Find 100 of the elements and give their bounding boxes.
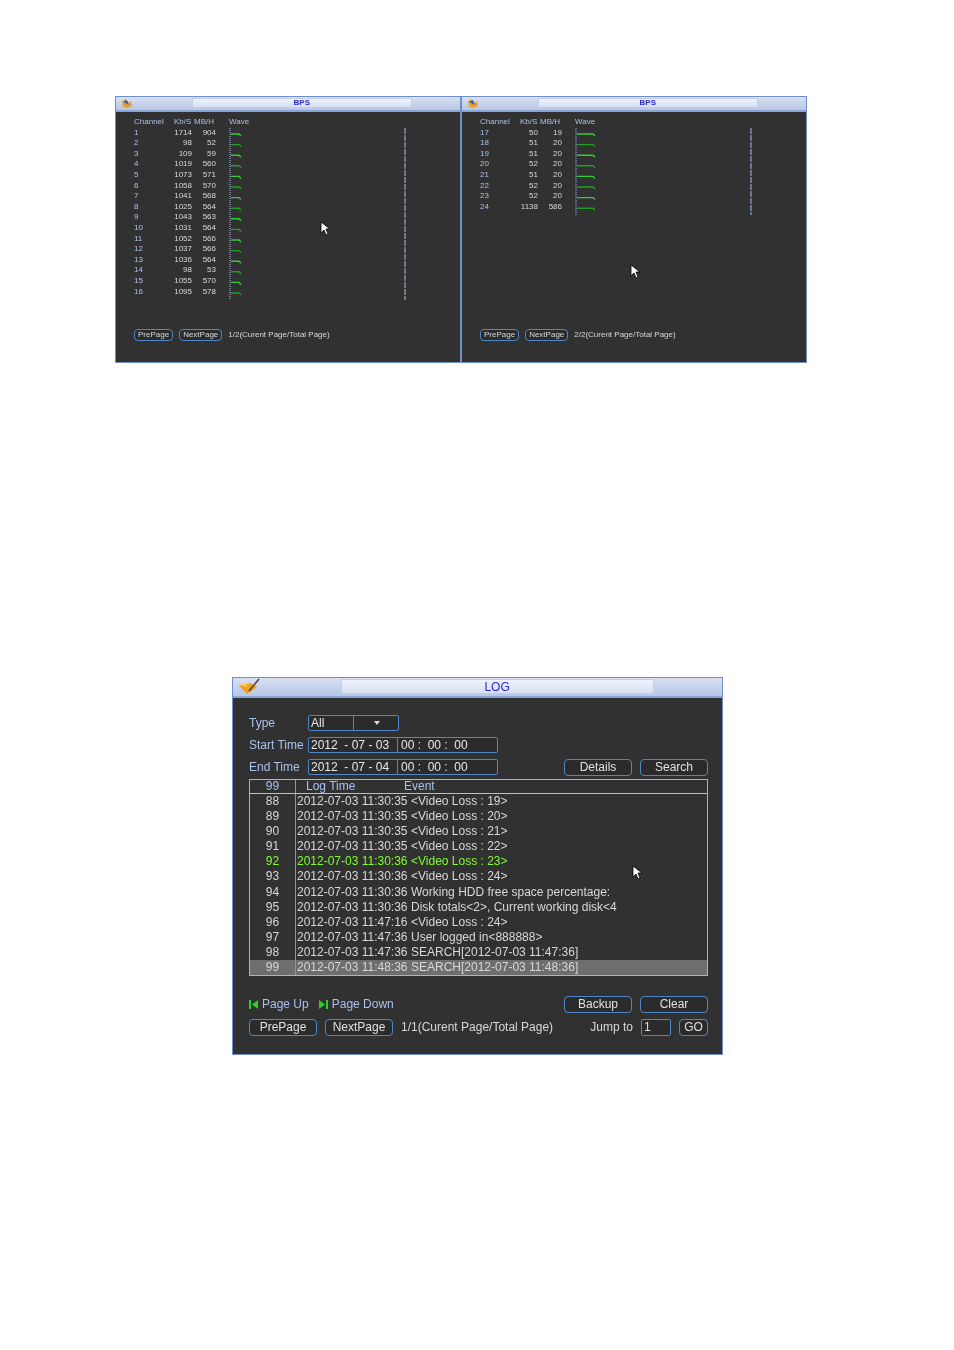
table-cell-text: 2012-07-03 11:48:36 bbox=[296, 960, 409, 976]
table-cell-text: 560 bbox=[201, 159, 216, 170]
jump-field[interactable]: 1 bbox=[641, 1018, 671, 1036]
action-button[interactable]: Backup bbox=[564, 995, 632, 1013]
action-button[interactable]: Search bbox=[640, 758, 708, 776]
page-info: 1/1(Curent Page/Total Page) bbox=[401, 1019, 554, 1036]
table-cell: 96 bbox=[250, 914, 296, 930]
skip-forward-icon bbox=[318, 999, 328, 1009]
table-cell: <Video Loss : 23> bbox=[411, 854, 508, 870]
window-title: LOG bbox=[484, 680, 510, 693]
field-label: Start Time bbox=[249, 737, 305, 754]
table-cell-text: 1714 bbox=[173, 127, 192, 139]
action-button[interactable]: Details bbox=[564, 758, 632, 776]
table-cell-text: 1019 bbox=[173, 159, 192, 170]
table-cell-text: 2 bbox=[134, 138, 140, 149]
table-cell-text: 22 bbox=[480, 180, 490, 192]
page-button[interactable]: NextPage bbox=[325, 1018, 393, 1036]
table-cell-text: 904 bbox=[201, 127, 216, 139]
table-cell-text: 1058 bbox=[173, 180, 192, 192]
log-row[interactable]: 91 2012-07-03 11:30:35 <Video Loss : 22> bbox=[250, 839, 707, 855]
table-cell-text: 2012-07-03 11:30:35 bbox=[296, 794, 409, 810]
log-row[interactable]: 90 2012-07-03 11:30:35 <Video Loss : 21> bbox=[250, 824, 707, 840]
page-up-link[interactable]: Page Up bbox=[262, 995, 309, 1013]
table-cell-text: 12 bbox=[134, 244, 144, 255]
table-cell-text: 563 bbox=[201, 212, 216, 223]
table-cell: 91 bbox=[250, 839, 296, 855]
table-cell: 94 bbox=[250, 884, 296, 900]
table-cell: 92 bbox=[250, 854, 296, 870]
table-cell: <Video Loss : 22> bbox=[411, 839, 508, 855]
skip-back-icon bbox=[249, 999, 258, 1009]
table-cell-text: 52 bbox=[528, 180, 538, 192]
table-cell: 90 bbox=[250, 824, 296, 840]
log-row[interactable]: 93 2012-07-03 11:30:36 <Video Loss : 24> bbox=[250, 869, 707, 885]
table-cell-text: 2012-07-03 11:47:36 bbox=[296, 929, 409, 945]
table-cell-text: 570 bbox=[201, 275, 216, 287]
table-cell: 99 bbox=[250, 960, 296, 976]
table-cell: <Video Loss : 19> bbox=[411, 794, 508, 810]
table-cell-text: 20 bbox=[552, 191, 562, 202]
table-cell-text: 1043 bbox=[173, 212, 192, 223]
table-cell-text: 570 bbox=[201, 180, 216, 192]
table-cell: <Video Loss : 21> bbox=[411, 824, 508, 840]
table-cell-text: 7 bbox=[134, 191, 140, 202]
page-button[interactable]: PrePage bbox=[480, 329, 520, 341]
table-cell-text: 10 bbox=[134, 222, 144, 234]
field-label: Type bbox=[249, 715, 276, 732]
log-row[interactable]: 89 2012-07-03 11:30:35 <Video Loss : 20> bbox=[250, 809, 707, 825]
table-cell: 93 bbox=[250, 869, 296, 885]
window-title: BPS bbox=[293, 99, 310, 107]
column-header: 99 bbox=[250, 780, 296, 793]
table-cell-text: 1095 bbox=[173, 286, 192, 298]
table-cell-text: 2012-07-03 11:30:35 bbox=[296, 809, 409, 825]
log-row[interactable]: 99 2012-07-03 11:48:36 SEARCH[2012-07-03 11:48:36] bbox=[250, 960, 707, 976]
cursor-icon bbox=[632, 865, 643, 880]
table-cell-text: 4 bbox=[134, 159, 140, 170]
page-down-link[interactable]: Page Down bbox=[331, 995, 394, 1013]
page-button[interactable]: PrePage bbox=[134, 329, 174, 341]
table-cell-text: 52 bbox=[206, 138, 216, 149]
log-row[interactable]: 92 2012-07-03 11:30:36 <Video Loss : 23> bbox=[250, 854, 707, 870]
log-row[interactable]: 94 2012-07-03 11:30:36 Working HDD free space percentage: bbox=[250, 884, 707, 900]
caret-icon bbox=[374, 721, 380, 725]
field-label: End Time bbox=[249, 759, 301, 776]
table-cell-text: 1037 bbox=[173, 244, 192, 255]
column-header: Wave bbox=[575, 117, 597, 128]
page-button[interactable]: NextPage bbox=[525, 329, 569, 341]
page-button[interactable]: NextPage bbox=[179, 329, 223, 341]
column-header: MB/H bbox=[193, 117, 215, 128]
table-cell-text: 20 bbox=[552, 159, 562, 170]
column-header: Channel bbox=[134, 117, 165, 128]
table-cell: <Video Loss : 24> bbox=[411, 914, 508, 930]
table-cell-text: 19 bbox=[480, 148, 490, 160]
table-cell-text: 1025 bbox=[173, 201, 192, 213]
table-cell-text: 1052 bbox=[173, 233, 192, 245]
log-row[interactable]: 95 2012-07-03 11:30:36 Disk totals<2>, Current working disk<4 bbox=[250, 899, 707, 915]
table-cell-text: 586 bbox=[547, 201, 562, 213]
table-cell-text: 1031 bbox=[173, 222, 192, 234]
table-cell-text: 51 bbox=[528, 138, 538, 149]
go-button[interactable]: GO bbox=[679, 1018, 708, 1036]
table-cell: Working HDD free space percentage: bbox=[411, 884, 611, 900]
column-header: Wave bbox=[229, 117, 251, 128]
table-cell-text: 2012-07-03 11:30:36 bbox=[296, 899, 409, 915]
page-button[interactable]: PrePage bbox=[249, 1018, 317, 1036]
table-cell-text: 23 bbox=[480, 191, 490, 202]
type-dropdown[interactable]: All bbox=[308, 715, 399, 731]
table-cell-text: 564 bbox=[201, 222, 216, 234]
table-cell-text: 1055 bbox=[173, 275, 192, 287]
table-cell-text: 14 bbox=[134, 265, 144, 276]
table-cell: SEARCH[2012-07-03 11:48:36] bbox=[411, 960, 579, 976]
table-cell-text: 1036 bbox=[173, 254, 192, 266]
table-cell-text: 564 bbox=[201, 201, 216, 213]
table-cell-text: 109 bbox=[177, 148, 192, 160]
log-row[interactable]: 88 2012-07-03 11:30:35 <Video Loss : 19> bbox=[250, 794, 707, 810]
table-cell-text: 5 bbox=[134, 169, 140, 181]
log-row[interactable]: 96 2012-07-03 11:47:16 <Video Loss : 24> bbox=[250, 914, 707, 930]
table-cell-text: 98 bbox=[182, 138, 192, 149]
column-header: Kb/S bbox=[519, 117, 538, 128]
table-cell-text: 98 bbox=[182, 265, 192, 276]
column-header: Channel bbox=[480, 117, 511, 128]
log-row[interactable]: 97 2012-07-03 11:47:36 User logged in<888888> bbox=[250, 929, 707, 945]
action-button[interactable]: Clear bbox=[640, 995, 708, 1013]
table-cell-text: 2012-07-03 11:30:35 bbox=[296, 839, 409, 855]
